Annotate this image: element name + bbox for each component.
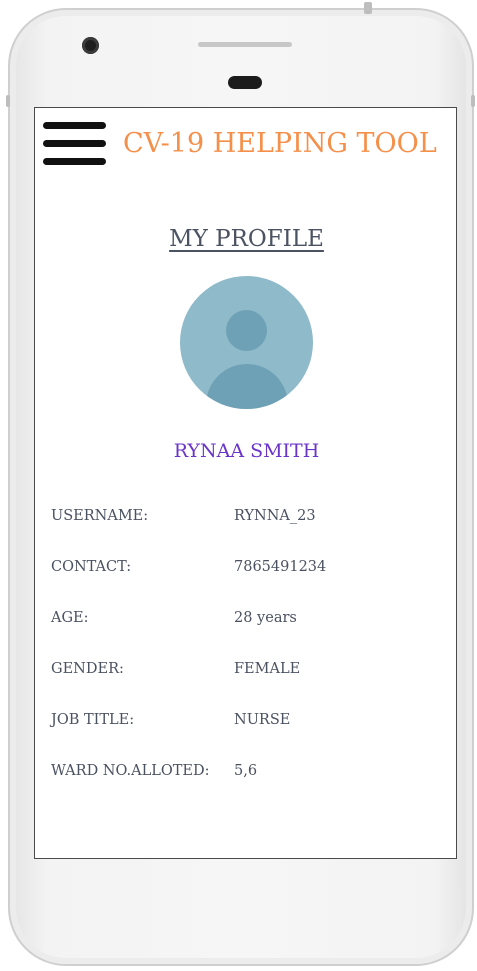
age-value: 28 years bbox=[234, 610, 297, 626]
detail-row-contact: CONTACT: 7865491234 bbox=[51, 559, 451, 610]
username-label: USERNAME: bbox=[51, 508, 149, 524]
detail-row-age: AGE: 28 years bbox=[51, 610, 451, 661]
age-label: AGE: bbox=[51, 610, 89, 626]
detail-row-ward: WARD NO.ALLOTED: 5,6 bbox=[51, 763, 451, 814]
detail-row-gender: GENDER: FEMALE bbox=[51, 661, 451, 712]
username-value: RYNNA_23 bbox=[234, 508, 316, 524]
user-avatar-icon bbox=[180, 276, 313, 409]
gender-label: GENDER: bbox=[51, 661, 124, 677]
sensor-pill bbox=[228, 76, 262, 89]
job-title-value: NURSE bbox=[234, 712, 291, 728]
app-screen: CV-19 HELPING TOOL MY PROFILE RYNAA SMIT… bbox=[34, 107, 457, 859]
contact-value: 7865491234 bbox=[234, 559, 327, 575]
earpiece-speaker bbox=[198, 42, 292, 47]
contact-label: CONTACT: bbox=[51, 559, 132, 575]
front-camera bbox=[82, 37, 99, 54]
page-title: MY PROFILE bbox=[169, 226, 324, 252]
detail-row-username: USERNAME: RYNNA_23 bbox=[51, 508, 451, 559]
ward-value: 5,6 bbox=[234, 763, 258, 779]
side-button bbox=[471, 95, 475, 107]
user-name: RYNAA SMITH bbox=[173, 440, 320, 462]
detail-row-job-title: JOB TITLE: NURSE bbox=[51, 712, 451, 763]
avatar-head bbox=[226, 310, 267, 351]
hamburger-menu-icon[interactable] bbox=[43, 122, 107, 166]
gender-value: FEMALE bbox=[234, 661, 301, 677]
menu-bar bbox=[43, 140, 106, 147]
job-title-label: JOB TITLE: bbox=[51, 712, 135, 728]
avatar-body bbox=[206, 364, 288, 409]
ward-label: WARD NO.ALLOTED: bbox=[51, 763, 210, 779]
menu-bar bbox=[43, 122, 106, 129]
volume-button bbox=[6, 95, 10, 107]
power-button bbox=[364, 2, 372, 14]
app-title: CV-19 HELPING TOOL bbox=[123, 128, 437, 159]
profile-details: USERNAME: RYNNA_23 CONTACT: 7865491234 A… bbox=[51, 508, 451, 814]
menu-bar bbox=[43, 158, 106, 165]
